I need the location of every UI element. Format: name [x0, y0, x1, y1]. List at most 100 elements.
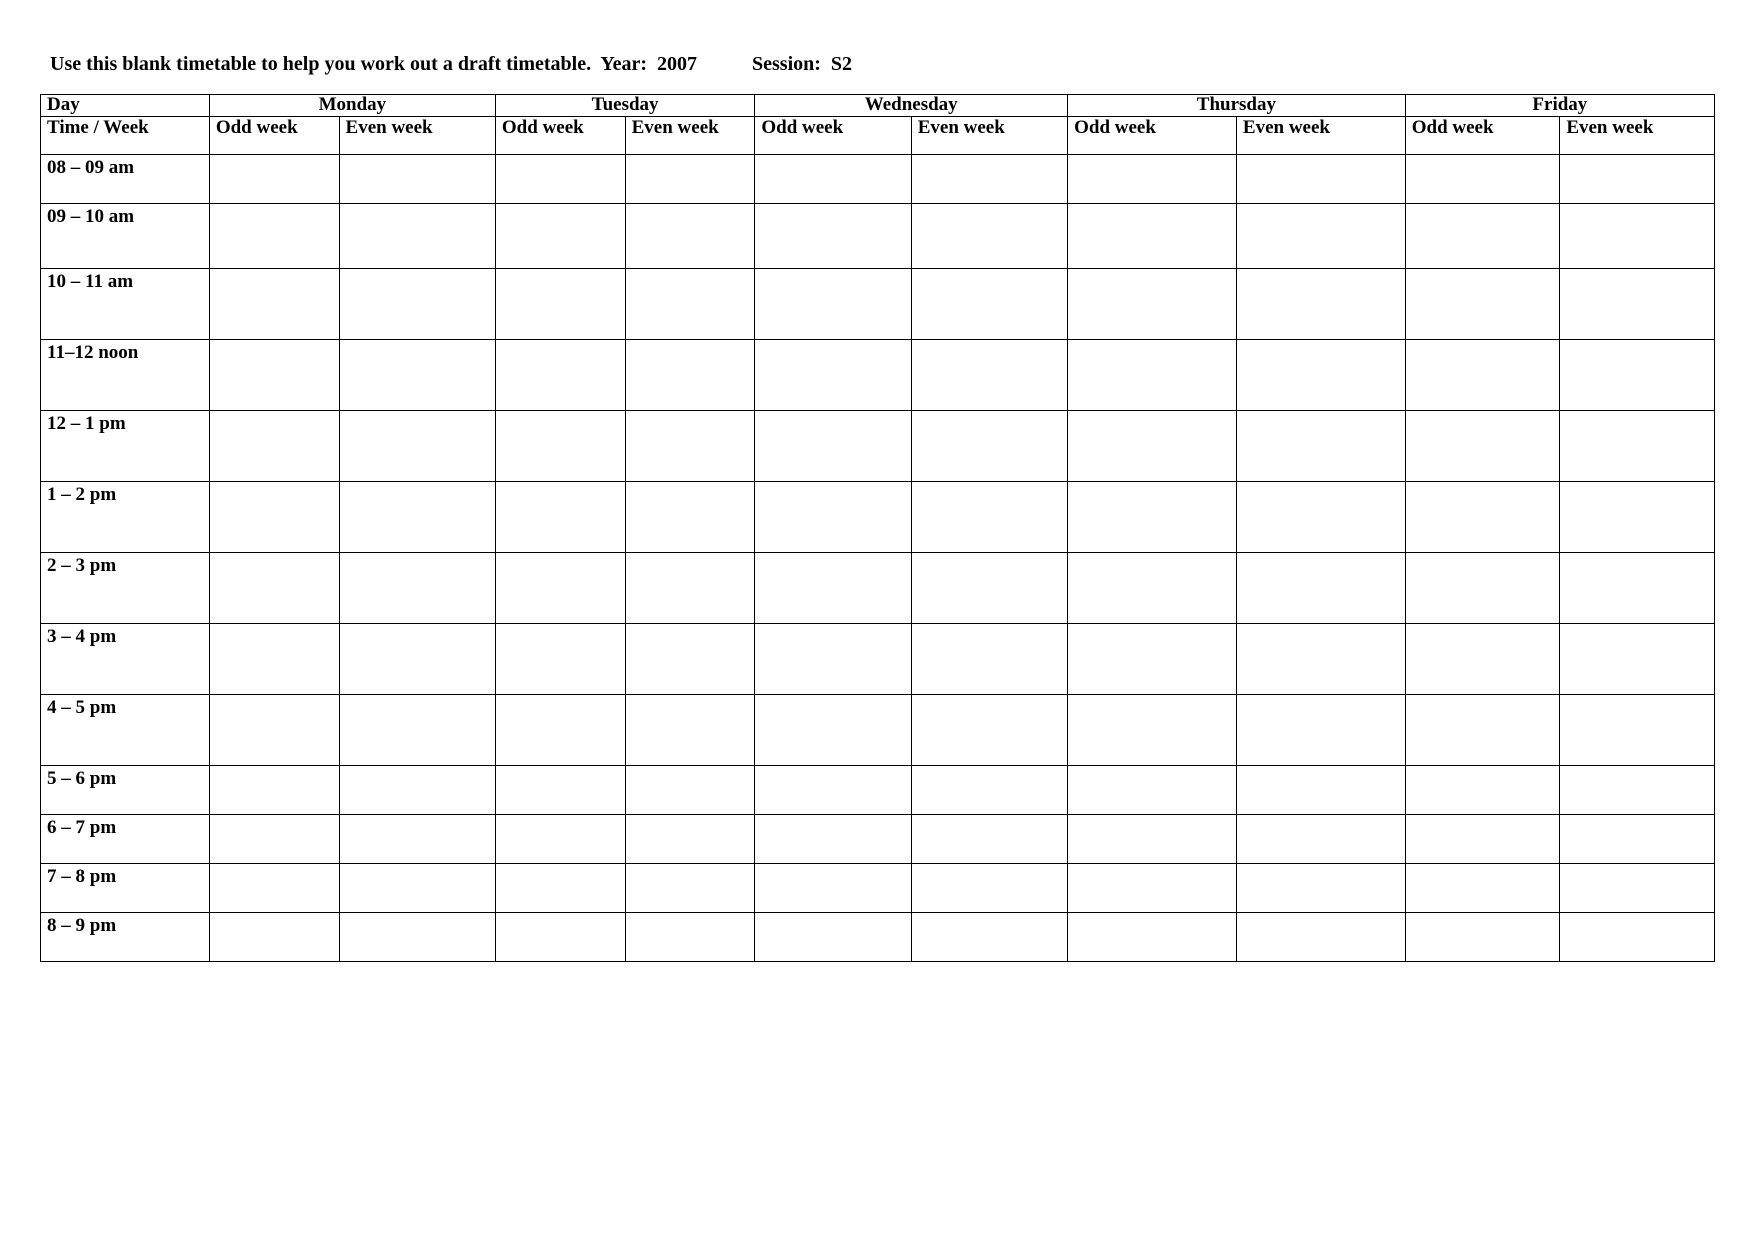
timetable-cell[interactable] [1236, 765, 1405, 814]
timetable-cell[interactable] [1068, 481, 1237, 552]
timetable-cell[interactable] [209, 863, 339, 912]
timetable-cell[interactable] [209, 268, 339, 339]
timetable-cell[interactable] [911, 154, 1067, 203]
timetable-cell[interactable] [1236, 623, 1405, 694]
timetable-cell[interactable] [1236, 912, 1405, 961]
timetable-cell[interactable] [1405, 268, 1560, 339]
timetable-cell[interactable] [1405, 410, 1560, 481]
timetable-cell[interactable] [755, 814, 911, 863]
timetable-cell[interactable] [209, 912, 339, 961]
timetable-cell[interactable] [1236, 410, 1405, 481]
timetable-cell[interactable] [1236, 203, 1405, 268]
timetable-cell[interactable] [755, 481, 911, 552]
timetable-cell[interactable] [495, 339, 625, 410]
timetable-cell[interactable] [339, 623, 495, 694]
timetable-cell[interactable] [1236, 268, 1405, 339]
timetable-cell[interactable] [1560, 694, 1715, 765]
timetable-cell[interactable] [911, 481, 1067, 552]
timetable-cell[interactable] [1560, 268, 1715, 339]
timetable-cell[interactable] [911, 268, 1067, 339]
timetable-cell[interactable] [1405, 912, 1560, 961]
timetable-cell[interactable] [755, 694, 911, 765]
timetable-cell[interactable] [1560, 863, 1715, 912]
timetable-cell[interactable] [1068, 339, 1237, 410]
timetable-cell[interactable] [1560, 623, 1715, 694]
timetable-cell[interactable] [339, 552, 495, 623]
timetable-cell[interactable] [1068, 552, 1237, 623]
timetable-cell[interactable] [1068, 203, 1237, 268]
timetable-cell[interactable] [911, 863, 1067, 912]
timetable-cell[interactable] [209, 203, 339, 268]
timetable-cell[interactable] [625, 694, 755, 765]
timetable-cell[interactable] [1405, 552, 1560, 623]
timetable-cell[interactable] [1068, 765, 1237, 814]
timetable-cell[interactable] [911, 765, 1067, 814]
timetable-cell[interactable] [1560, 481, 1715, 552]
timetable-cell[interactable] [911, 339, 1067, 410]
timetable-cell[interactable] [495, 765, 625, 814]
timetable-cell[interactable] [339, 410, 495, 481]
timetable-cell[interactable] [209, 410, 339, 481]
timetable-cell[interactable] [1068, 154, 1237, 203]
timetable-cell[interactable] [755, 154, 911, 203]
timetable-cell[interactable] [1236, 694, 1405, 765]
timetable-cell[interactable] [339, 203, 495, 268]
timetable-cell[interactable] [339, 481, 495, 552]
timetable-cell[interactable] [1068, 268, 1237, 339]
timetable-cell[interactable] [625, 765, 755, 814]
timetable-cell[interactable] [1068, 410, 1237, 481]
timetable-cell[interactable] [1236, 481, 1405, 552]
timetable-cell[interactable] [1405, 154, 1560, 203]
timetable-cell[interactable] [1560, 203, 1715, 268]
timetable-cell[interactable] [911, 814, 1067, 863]
timetable-cell[interactable] [1068, 863, 1237, 912]
timetable-cell[interactable] [495, 694, 625, 765]
timetable-cell[interactable] [911, 552, 1067, 623]
timetable-cell[interactable] [495, 814, 625, 863]
timetable-cell[interactable] [495, 912, 625, 961]
timetable-cell[interactable] [209, 814, 339, 863]
timetable-cell[interactable] [1560, 339, 1715, 410]
timetable-cell[interactable] [625, 339, 755, 410]
timetable-cell[interactable] [209, 154, 339, 203]
timetable-cell[interactable] [209, 623, 339, 694]
timetable-cell[interactable] [755, 765, 911, 814]
timetable-cell[interactable] [755, 623, 911, 694]
timetable-cell[interactable] [911, 410, 1067, 481]
timetable-cell[interactable] [1236, 814, 1405, 863]
timetable-cell[interactable] [339, 765, 495, 814]
timetable-cell[interactable] [1405, 623, 1560, 694]
timetable-cell[interactable] [625, 154, 755, 203]
timetable-cell[interactable] [1405, 765, 1560, 814]
timetable-cell[interactable] [911, 203, 1067, 268]
timetable-cell[interactable] [495, 268, 625, 339]
timetable-cell[interactable] [1236, 863, 1405, 912]
timetable-cell[interactable] [1560, 912, 1715, 961]
timetable-cell[interactable] [1560, 552, 1715, 623]
timetable-cell[interactable] [339, 863, 495, 912]
timetable-cell[interactable] [495, 552, 625, 623]
timetable-cell[interactable] [1405, 339, 1560, 410]
timetable-cell[interactable] [625, 268, 755, 339]
timetable-cell[interactable] [625, 814, 755, 863]
timetable-cell[interactable] [1560, 814, 1715, 863]
timetable-cell[interactable] [911, 623, 1067, 694]
timetable-cell[interactable] [625, 410, 755, 481]
timetable-cell[interactable] [755, 203, 911, 268]
timetable-cell[interactable] [1068, 814, 1237, 863]
timetable-cell[interactable] [209, 694, 339, 765]
timetable-cell[interactable] [755, 268, 911, 339]
timetable-cell[interactable] [339, 339, 495, 410]
timetable-cell[interactable] [339, 694, 495, 765]
timetable-cell[interactable] [339, 912, 495, 961]
timetable-cell[interactable] [1236, 154, 1405, 203]
timetable-cell[interactable] [1405, 694, 1560, 765]
timetable-cell[interactable] [755, 410, 911, 481]
timetable-cell[interactable] [495, 154, 625, 203]
timetable-cell[interactable] [495, 863, 625, 912]
timetable-cell[interactable] [1560, 765, 1715, 814]
timetable-cell[interactable] [625, 481, 755, 552]
timetable-cell[interactable] [625, 863, 755, 912]
timetable-cell[interactable] [1405, 814, 1560, 863]
timetable-cell[interactable] [625, 552, 755, 623]
